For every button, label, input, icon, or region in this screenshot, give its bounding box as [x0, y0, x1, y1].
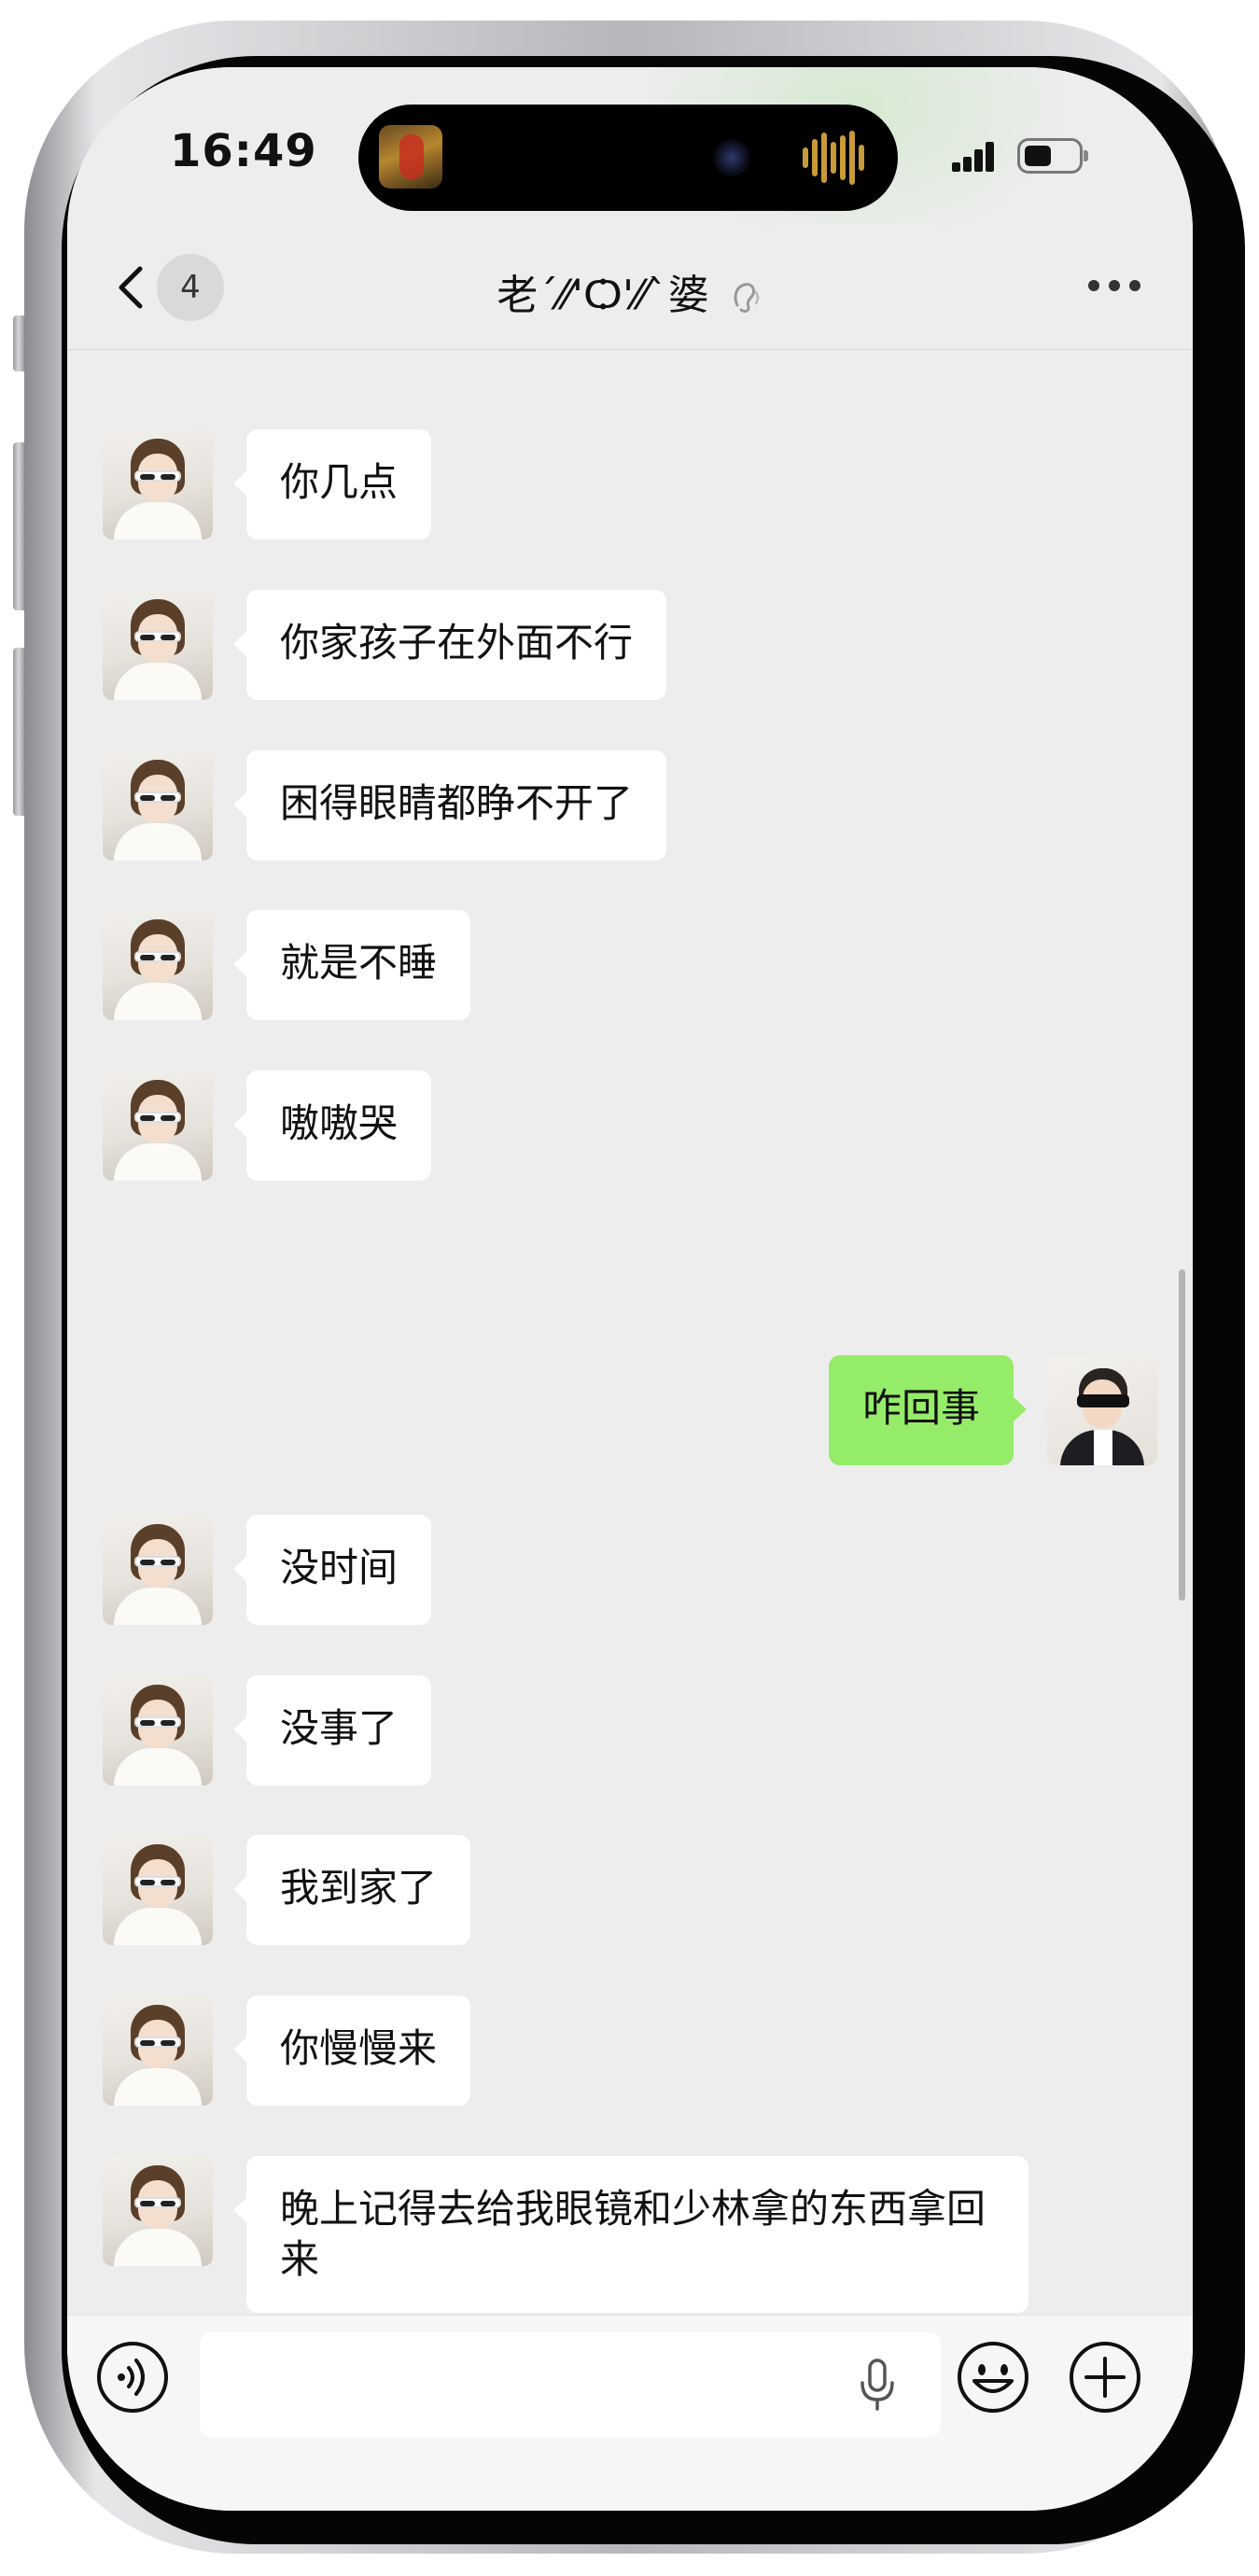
outgoing-message-bubble[interactable]: 咋回事: [828, 1355, 1028, 1465]
status-time: 16:49: [170, 125, 317, 177]
contact-avatar[interactable]: [103, 910, 213, 1020]
cellular-signal-icon: [952, 140, 1002, 172]
volume-down-button: [13, 648, 24, 816]
battery-icon: [1017, 138, 1088, 174]
plus-icon[interactable]: [1068, 2340, 1142, 2415]
incoming-message-bubble[interactable]: 你家孩子在外面不行: [232, 590, 667, 700]
phone-screen: 16:49 4 老ˊ⁄⁄'Ѻ'⁄⁄ˋ婆 你几点 你家孩子在外面不行 困得眼睛都睁…: [67, 67, 1193, 2511]
incoming-message-bubble[interactable]: 没事了: [232, 1675, 432, 1785]
incoming-message-bubble[interactable]: 你几点: [232, 429, 432, 539]
chat-title: 老ˊ⁄⁄'Ѻ'⁄⁄ˋ婆: [497, 272, 709, 319]
emoji-icon[interactable]: [956, 2340, 1030, 2415]
message-list[interactable]: 你几点 你家孩子在外面不行 困得眼睛都睁不开了 就是不睡 嗷嗷哭 咋回事 没时间: [67, 350, 1193, 2315]
audio-waveform-icon: [803, 131, 868, 185]
incoming-message-bubble[interactable]: 你慢慢来: [232, 1995, 471, 2106]
ear-icon: [734, 283, 760, 313]
voice-icon[interactable]: [95, 2340, 170, 2415]
incoming-message-bubble[interactable]: 困得眼睛都睁不开了: [232, 750, 667, 861]
incoming-message-bubble[interactable]: 没时间: [232, 1515, 432, 1625]
incoming-message-bubble[interactable]: 晚上记得去给我眼镜和少林拿的东西拿回来: [233, 2156, 1028, 2313]
chat-scrollbar[interactable]: [1179, 1269, 1185, 1601]
front-camera: [713, 139, 750, 176]
chat-header: 4 老ˊ⁄⁄'Ѻ'⁄⁄ˋ婆: [67, 226, 1193, 350]
contact-avatar[interactable]: [103, 429, 213, 539]
contact-avatar[interactable]: [103, 2156, 213, 2266]
message-input[interactable]: [200, 2332, 941, 2437]
contact-avatar[interactable]: [103, 1835, 213, 1945]
volume-up-button: [13, 442, 24, 610]
now-playing-artwork: [379, 125, 442, 189]
contact-avatar[interactable]: [103, 590, 213, 700]
status-bar: 16:49: [67, 67, 1193, 254]
more-icon[interactable]: [1088, 280, 1144, 295]
microphone-icon[interactable]: [857, 2357, 898, 2413]
action-button: [13, 315, 24, 371]
my-avatar[interactable]: [1047, 1355, 1157, 1465]
contact-avatar[interactable]: [103, 750, 213, 861]
chat-title-wrap: 老ˊ⁄⁄'Ѻ'⁄⁄ˋ婆: [67, 261, 1193, 321]
contact-avatar[interactable]: [103, 1071, 213, 1181]
dynamic-island: [358, 105, 898, 211]
contact-avatar[interactable]: [103, 1675, 213, 1785]
incoming-message-bubble[interactable]: 我到家了: [232, 1835, 471, 1945]
contact-avatar[interactable]: [103, 1995, 213, 2106]
incoming-message-bubble[interactable]: 嗷嗷哭: [232, 1071, 432, 1181]
incoming-message-bubble[interactable]: 就是不睡: [232, 910, 471, 1020]
input-bar: [67, 2315, 1193, 2511]
contact-avatar[interactable]: [103, 1515, 213, 1625]
